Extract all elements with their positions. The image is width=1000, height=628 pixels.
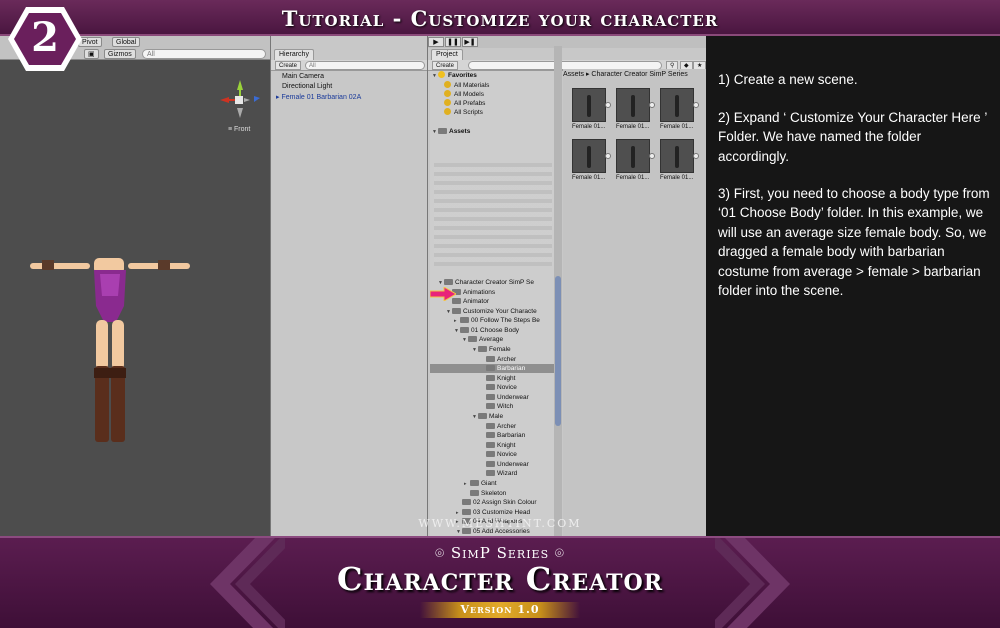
prefab-thumbnail (660, 88, 694, 122)
expand-dot-icon[interactable] (693, 102, 699, 108)
scene-search-input[interactable]: All (142, 49, 266, 59)
project-create-button[interactable]: Create (432, 61, 459, 70)
hierarchy-panel: Hierarchy Create All Main Camera Directi… (270, 36, 427, 536)
instruction-step-2: 2) Expand ‘ Customize Your Character Her… (718, 110, 987, 164)
prefab-asset[interactable]: Female 01... (572, 88, 611, 130)
orientation-gizmo-icon[interactable] (216, 76, 266, 126)
expand-dot-icon[interactable] (649, 153, 655, 159)
scrollbar-thumb[interactable] (555, 276, 561, 426)
project-scrollbar[interactable] (554, 46, 562, 536)
scene-view[interactable]: Pivot Global ▣ Gizmos All ≡ Front (0, 36, 270, 536)
prefab-asset[interactable]: Female 01... (616, 139, 655, 181)
blurred-folders (434, 163, 552, 266)
expand-dot-icon[interactable] (649, 102, 655, 108)
hierarchy-item-selected[interactable]: ▸ Female 01 Barbarian 02A (276, 93, 361, 101)
hierarchy-create-button[interactable]: Create (275, 61, 302, 70)
prefab-asset[interactable]: Female 01... (660, 139, 699, 181)
tree-folder[interactable]: Wizard (486, 469, 556, 478)
tree-folder[interactable]: Skeleton (470, 489, 556, 498)
expand-dot-icon[interactable] (605, 102, 611, 108)
prefab-thumbnail (616, 88, 650, 122)
tree-folder[interactable]: ▼ Female (472, 345, 556, 354)
tab-hierarchy[interactable]: Hierarchy (274, 49, 314, 60)
tree-folder[interactable]: ▼ Character Creator SimP Se (438, 278, 556, 287)
hierarchy-toolbar: Create All (271, 60, 427, 71)
hierarchy-search-input[interactable]: All (305, 61, 425, 70)
instruction-step-1: 1) Create a new scene. (718, 72, 858, 87)
tree-folder[interactable]: ▸ 00 Follow The Steps Be (454, 316, 556, 325)
character-model[interactable] (28, 256, 193, 446)
product-title: Character Creator (337, 560, 663, 598)
step-button[interactable]: ▶❚ (462, 37, 478, 47)
tree-folder[interactable]: Underwear (486, 460, 556, 469)
tree-folder[interactable]: Novice (486, 450, 556, 459)
prefab-thumbnail (572, 139, 606, 173)
tree-folder[interactable]: ▸ 03 Customize Head (456, 508, 556, 517)
tree-folder[interactable]: Animator (452, 297, 556, 306)
tree-folder[interactable]: Novice (486, 383, 556, 392)
tree-folder[interactable]: ▼ Customize Your Characte (446, 307, 556, 316)
tree-folder[interactable]: Archer (486, 422, 556, 431)
tree-folder[interactable]: Knight (486, 441, 556, 450)
prefab-asset[interactable]: Female 01... (660, 88, 699, 130)
prefab-thumbnail (616, 139, 650, 173)
scene-image-button[interactable]: ▣ (84, 49, 99, 59)
expand-dot-icon[interactable] (693, 153, 699, 159)
footer-banner: ⌾ SimP Series ⌾ Character Creator Versio… (0, 536, 1000, 628)
tree-folder[interactable]: ▼ Average (462, 335, 556, 344)
favorite-item[interactable]: All Scripts (444, 108, 556, 117)
tree-folder[interactable]: Animations (452, 288, 556, 297)
tree-folder[interactable]: Witch (486, 402, 556, 411)
expand-dot-icon[interactable] (605, 153, 611, 159)
assets-header[interactable]: ▼ Assets (432, 127, 556, 136)
version-label: Version 1.0 (420, 602, 580, 618)
tree-folder[interactable]: ▼ 01 Choose Body (454, 326, 556, 335)
gizmos-dropdown[interactable]: Gizmos (104, 49, 136, 59)
instruction-step-3: 3) First, you need to choose a body type… (718, 186, 990, 299)
favorite-item[interactable]: All Models (444, 90, 556, 99)
play-controls: ▶ ❚❚ ▶❚ (428, 36, 707, 48)
tree-folder[interactable]: ▼ Male (472, 412, 556, 421)
gizmo-front-label: ≡ Front (228, 126, 251, 133)
step-badge: 2 (6, 4, 84, 74)
hierarchy-item[interactable]: Main Camera (282, 73, 324, 80)
prefab-thumbnail (660, 139, 694, 173)
favorites-header[interactable]: ▼ Favorites (432, 71, 556, 80)
tree-folder-selected[interactable]: Barbarian (430, 364, 556, 373)
favorite-item[interactable]: All Prefabs (444, 99, 556, 108)
play-button[interactable]: ▶ (428, 37, 444, 47)
tree-folder[interactable]: Barbarian (486, 431, 556, 440)
step-number: 2 (31, 14, 59, 61)
project-folder-tree: ▼ Favorites All Materials All Models All … (430, 71, 556, 536)
prefab-thumbnail (572, 88, 606, 122)
tree-folder[interactable]: Underwear (486, 393, 556, 402)
pause-button[interactable]: ❚❚ (445, 37, 461, 47)
tab-project[interactable]: Project (431, 49, 463, 60)
instructions-panel: 1) Create a new scene. 2) Expand ‘ Custo… (706, 36, 1000, 536)
global-toggle[interactable]: Global (112, 37, 141, 47)
header-banner: Tutorial - Customize your character (0, 0, 1000, 36)
breadcrumb[interactable]: Assets ▸ Character Creator SimP Series (563, 70, 688, 78)
tree-folder[interactable]: 02 Assign Skin Colour (462, 498, 556, 507)
page-title: Tutorial - Customize your character (281, 6, 719, 31)
pink-arrow-icon (430, 287, 456, 301)
prefab-asset[interactable]: Female 01... (572, 139, 611, 181)
tree-folder[interactable]: Knight (486, 374, 556, 383)
tree-folder[interactable]: ▸ Giant (464, 479, 556, 488)
prefab-asset[interactable]: Female 01... (616, 88, 655, 130)
tree-folder[interactable]: Archer (486, 355, 556, 364)
website-watermark: WWW.MESHTINT.COM (418, 517, 582, 530)
hierarchy-item[interactable]: Directional Light (282, 83, 332, 90)
favorite-item[interactable]: All Materials (444, 81, 556, 90)
